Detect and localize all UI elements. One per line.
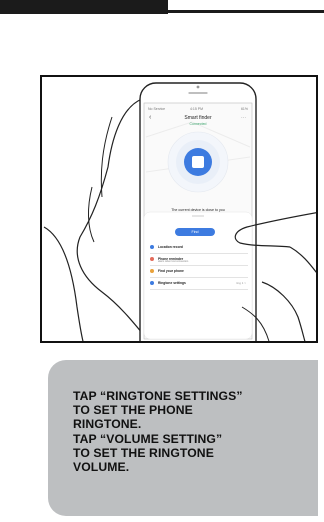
- menu-item-location-record[interactable]: Location record: [150, 242, 248, 254]
- carrier-text: No Service: [148, 107, 166, 111]
- menu-item-label: Find your phone: [158, 268, 184, 273]
- menu-item-value: ring 1 >: [235, 281, 246, 285]
- location-icon: [150, 245, 154, 249]
- menu-item-sub: alarm when lost connection: [158, 260, 189, 264]
- music-icon: [150, 281, 154, 285]
- battery-text: 61%: [240, 107, 248, 111]
- clock-text: 4:15 PM: [190, 107, 204, 111]
- settings-menu: Location record Phone reminder alarm whe…: [150, 242, 248, 290]
- phone-illustration: No Service 4:15 PM 61% ‹ Smart finder Co…: [40, 75, 318, 343]
- menu-item-ringtone-settings[interactable]: Ringtone settings ring 1 >: [150, 278, 248, 290]
- menu-item-label: Ringtone settings: [158, 280, 186, 285]
- header-dark-block: [0, 0, 168, 14]
- menu-item-find-your-phone[interactable]: Find your phone: [150, 266, 248, 278]
- top-header-bar: [0, 0, 324, 14]
- menu-item-label: Location record: [158, 244, 183, 249]
- app-title: Smart finder: [184, 115, 212, 121]
- status-bar: No Service 4:15 PM 61%: [145, 105, 251, 113]
- instruction-text: TAP “RINGTONE SETTINGS” TO SET THE PHONE…: [73, 389, 243, 475]
- bell-icon: [150, 257, 154, 261]
- instruction-callout: TAP “RINGTONE SETTINGS” TO SET THE PHONE…: [48, 360, 318, 516]
- find-button[interactable]: Find: [175, 228, 215, 236]
- connection-status: Connected: [189, 122, 207, 126]
- more-icon[interactable]: ···: [241, 115, 246, 121]
- header-rule: [168, 10, 324, 13]
- menu-item-phone-reminder[interactable]: Phone reminder alarm when lost connectio…: [150, 254, 248, 266]
- phone-icon: [150, 269, 154, 273]
- app-screen: No Service 4:15 PM 61% ‹ Smart finder Co…: [145, 105, 251, 337]
- device-proximity-message: The current device is close to you: [171, 208, 225, 212]
